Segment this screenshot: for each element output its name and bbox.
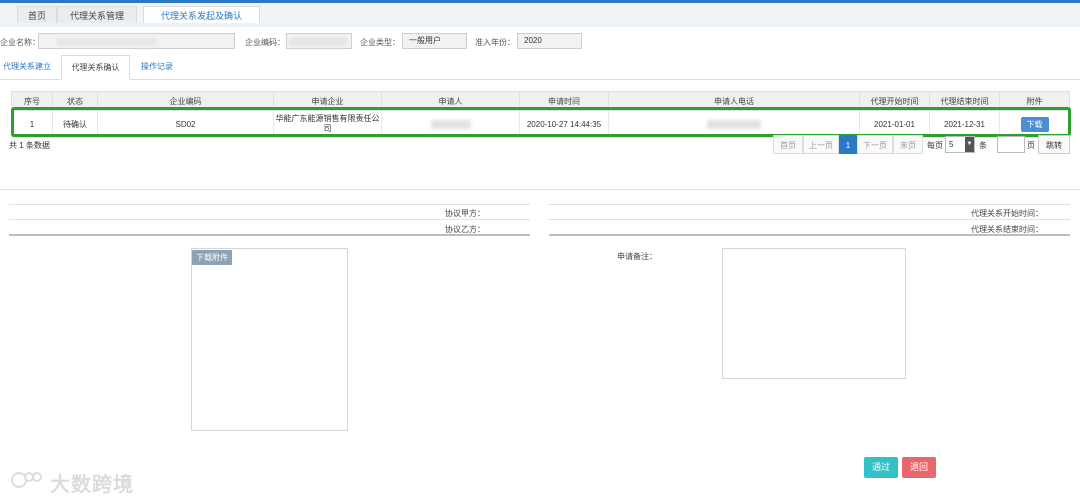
page-tab-bar: 首页 代理关系管理 代理关系发起及确认 (0, 3, 1080, 26)
header-attachment: 附件 (999, 91, 1070, 111)
subtab-confirm[interactable]: 代理关系确认 (61, 55, 130, 80)
cell-applicant-phone (608, 110, 860, 138)
redacted-blur (430, 119, 471, 129)
table-header-row: 序号 状态 企业编码 申请企业 申请人 申请时间 申请人电话 代理开始时间 代理… (11, 91, 1070, 111)
header-index: 序号 (11, 91, 53, 111)
cell-applicant (381, 110, 520, 138)
header-company: 申请企业 (273, 91, 382, 111)
start-time-label: 代理关系开始时间： (971, 209, 1043, 218)
year-label: 准入年份： (475, 38, 515, 47)
download-button[interactable]: 下载 (1020, 116, 1049, 132)
detail-line (9, 219, 530, 220)
return-button[interactable]: 退回 (902, 457, 936, 478)
detail-line (549, 204, 1070, 205)
header-code: 企业编码 (97, 91, 274, 111)
header-divider (0, 23, 1080, 27)
per-page-label: 每页 (927, 141, 943, 150)
cell-status: 待确认 (52, 110, 98, 138)
per-page-value: 5 (949, 140, 954, 149)
redacted-blur (707, 119, 761, 129)
download-attachment-button[interactable]: 下载附件 (192, 250, 232, 265)
detail-line (549, 234, 1070, 236)
page-unit: 页 (1027, 141, 1035, 150)
header-start-time: 代理开始时间 (859, 91, 930, 111)
year-field[interactable]: 2020 (517, 33, 582, 49)
pass-button[interactable]: 通过 (864, 457, 898, 478)
party-a-label: 协议甲方： (445, 209, 485, 218)
total-count: 共 1 条数据 (9, 141, 50, 150)
detail-line (9, 234, 530, 236)
cell-end-time: 2021-12-31 (929, 110, 1000, 138)
company-code-field[interactable] (286, 33, 352, 49)
attachment-panel (191, 248, 348, 431)
company-type-label: 企业类型： (360, 38, 400, 47)
current-page-button[interactable]: 1 (839, 135, 857, 154)
per-page-unit: 条 (979, 141, 987, 150)
header-applicant-phone: 申请人电话 (608, 91, 860, 111)
cell-company: 华能广东能源销售有限责任公司 (273, 110, 382, 138)
agency-table: 序号 状态 企业编码 申请企业 申请人 申请时间 申请人电话 代理开始时间 代理… (11, 91, 1070, 138)
section-divider (0, 189, 1080, 190)
subtab-operation-log[interactable]: 操作记录 (133, 55, 181, 79)
redacted-blur (289, 37, 347, 46)
detail-line (549, 219, 1070, 220)
subtab-establish[interactable]: 代理关系建立 (0, 55, 54, 79)
company-code-label: 企业编码： (245, 38, 285, 47)
last-page-button[interactable]: 末页 (893, 135, 923, 154)
remark-label: 申请备注： (617, 252, 657, 261)
detail-line (9, 204, 530, 205)
watermark-text: 大数跨境 (50, 472, 134, 496)
table-row[interactable]: 1 待确认 SD02 华能广东能源销售有限责任公司 2020-10-27 14:… (11, 110, 1070, 138)
cell-apply-time: 2020-10-27 14:44:35 (519, 110, 609, 138)
chevron-down-icon: ▼ (965, 137, 974, 152)
header-applicant: 申请人 (381, 91, 520, 111)
company-type-field[interactable]: 一般用户 (402, 33, 467, 49)
sub-tab-bar: 代理关系建立 代理关系确认 操作记录 (0, 55, 1080, 80)
redacted-blur (57, 38, 157, 46)
prev-page-button[interactable]: 上一页 (803, 135, 839, 154)
header-status: 状态 (52, 91, 98, 111)
per-page-select[interactable]: 5 ▼ (945, 136, 975, 153)
header-apply-time: 申请时间 (519, 91, 609, 111)
header-end-time: 代理结束时间 (929, 91, 1000, 111)
next-page-button[interactable]: 下一页 (857, 135, 893, 154)
cell-attachment: 下载 (999, 110, 1070, 138)
company-name-label: 企业名称： (0, 38, 40, 47)
watermark-logo-icon (11, 472, 42, 488)
cell-code: SD02 (97, 110, 274, 138)
jump-button[interactable]: 跳转 (1038, 135, 1070, 154)
page-number-input[interactable] (997, 136, 1025, 153)
first-page-button[interactable]: 首页 (773, 135, 803, 154)
company-name-field[interactable] (38, 33, 235, 49)
remark-textarea[interactable] (722, 248, 906, 379)
cell-start-time: 2021-01-01 (859, 110, 930, 138)
cell-index: 1 (11, 110, 53, 138)
